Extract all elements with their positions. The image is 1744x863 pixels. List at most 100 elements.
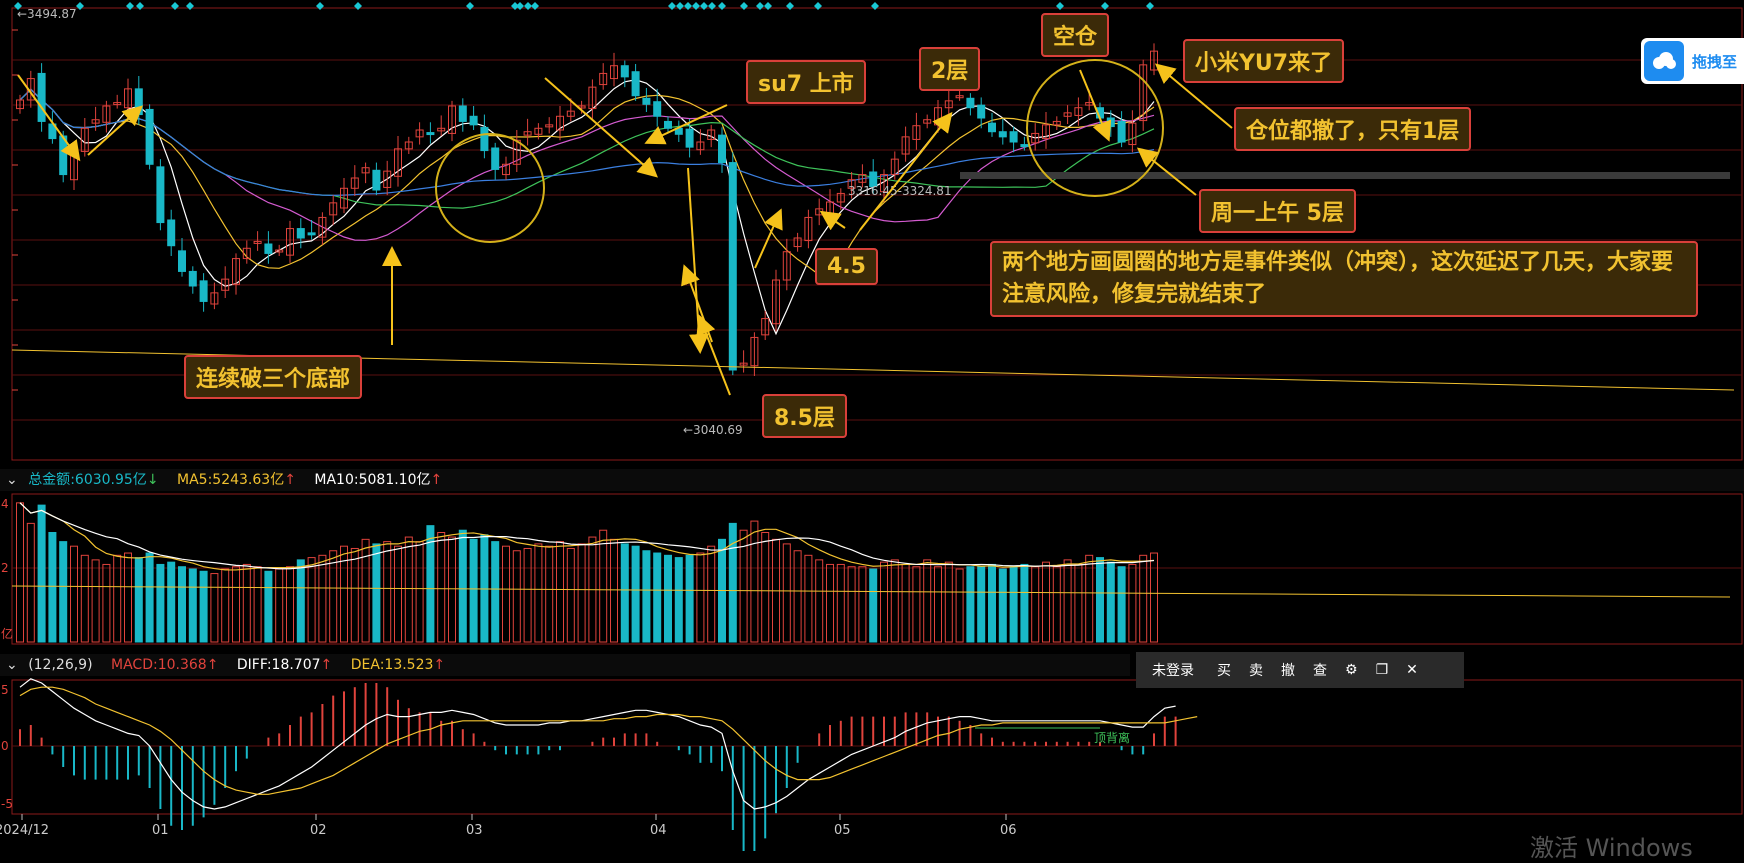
x-axis-label: 2024/12 [0, 823, 49, 838]
candle-body [653, 101, 662, 117]
collapse-chevron-icon[interactable]: ⌄ [6, 657, 18, 673]
volume-bar [707, 545, 716, 643]
volume-bar [242, 563, 251, 643]
callout-note: 两个地方画圆圈的地方是事件类似（冲突），这次延迟了几天，大家要注意风险，修复完就… [990, 241, 1698, 317]
candle-body [728, 162, 737, 371]
resistance-band [960, 172, 1730, 179]
volume-bar [955, 568, 964, 643]
volume-bar [793, 550, 802, 643]
volume-bar [610, 538, 618, 643]
volume-bar [199, 570, 208, 643]
candle-body [966, 97, 975, 109]
settings-gear-icon[interactable]: ⚙ [1336, 662, 1367, 678]
volume-bar [480, 534, 489, 643]
volume-bar [642, 550, 651, 643]
event-marker-icon [684, 2, 692, 10]
volume-bar [815, 559, 824, 643]
volume-bar [685, 554, 694, 643]
candle-body [1106, 117, 1115, 128]
candle-body [156, 166, 165, 224]
volume-bar [415, 541, 424, 643]
query-button[interactable]: 查 [1304, 660, 1336, 680]
event-marker-icon [1101, 2, 1109, 10]
callout-level-2: 2层 [919, 47, 981, 91]
volume-bar [858, 566, 867, 643]
diff-value: DIFF:18.707↑ [236, 657, 333, 673]
callout-monday-5: 周一上午 5层 [1199, 189, 1356, 233]
up-arrow-icon: ↑ [430, 472, 443, 488]
volume-bar [696, 552, 705, 643]
restore-window-icon[interactable]: ❐ [1367, 662, 1398, 678]
volume-bar [145, 552, 154, 643]
windows-watermark: 激活 Windows [1530, 834, 1693, 862]
event-marker-icon [668, 2, 676, 10]
volume-bar [512, 550, 521, 643]
volume-bar [361, 538, 370, 643]
dea-value: DEA:13.523↑ [350, 657, 446, 673]
macd-axis-tick: -5 [1, 797, 13, 811]
chart-canvas[interactable]: ←3494.87 ←3040.69 3316.45-3324.81 4 2 亿顶背离 5 0 -… [0, 0, 1744, 851]
candle-body [372, 169, 381, 191]
event-marker-icon [186, 2, 194, 10]
candle-body [145, 108, 154, 165]
volume-bar [1128, 563, 1137, 643]
macd-info-bar: ⌄ (12,26,9) MACD:10.368↑ DIFF:18.707↑ DE… [0, 654, 1130, 676]
candle-body [977, 104, 986, 119]
volume-bar [664, 554, 672, 643]
diff-number: 18.707 [271, 657, 321, 673]
cancel-order-button[interactable]: 撤 [1272, 660, 1304, 680]
volume-bar [491, 541, 500, 643]
volume-bar [48, 532, 57, 643]
volume-bar [556, 541, 564, 643]
volume-bar [188, 568, 197, 643]
candle-body [167, 219, 176, 247]
candle-body [631, 71, 640, 97]
annotation-arrow-icon [1079, 69, 1112, 142]
down-arrow-icon: ↓ [146, 472, 159, 488]
volume-bar [210, 573, 219, 643]
login-button[interactable]: 未登录 [1136, 660, 1208, 680]
volume-bar [37, 504, 46, 643]
dea-line [19, 686, 1198, 795]
volume-bar [869, 568, 878, 643]
candle-body [988, 122, 996, 133]
event-marker-icon [126, 2, 134, 10]
event-marker-icon [764, 2, 772, 10]
callout-level-45: 4.5 [815, 248, 878, 285]
x-axis-label: 02 [310, 823, 327, 838]
volume-bar [232, 566, 240, 643]
volume-bar [728, 522, 737, 643]
volume-bar [890, 559, 899, 643]
volume-bar [404, 536, 413, 643]
cloud-icon [1644, 41, 1684, 81]
candle-body [685, 128, 694, 148]
event-marker-icon [136, 2, 144, 10]
macd-number: 10.368 [157, 657, 207, 673]
callout-su7-launch: su7 上市 [746, 60, 866, 104]
close-icon[interactable]: ✕ [1397, 662, 1427, 678]
volume-bar [1117, 566, 1126, 643]
macd-axis-tick: 0 [1, 739, 9, 753]
buy-button[interactable]: 买 [1208, 660, 1240, 680]
candle-body [178, 250, 186, 272]
drag-upload-widget[interactable]: 拖拽至 [1641, 38, 1744, 84]
volume-bar [566, 547, 575, 643]
annotation-arrow-icon [819, 210, 846, 231]
volume-bar [923, 559, 932, 643]
volume-bar [577, 543, 586, 643]
volume-bar [1096, 557, 1104, 643]
sell-button[interactable]: 卖 [1240, 660, 1272, 680]
range-label: 3316.45-3324.81 [848, 184, 952, 198]
event-marker-icon [76, 2, 84, 10]
volume-bar [91, 559, 100, 643]
event-marker-icon [871, 2, 879, 10]
collapse-chevron-icon[interactable]: ⌄ [6, 472, 18, 488]
volume-bar [977, 566, 986, 643]
callout-yu7: 小米YU7来了 [1183, 39, 1345, 83]
volume-bar [761, 532, 770, 643]
volume-ma5-label: MA5 [177, 472, 208, 488]
drag-upload-label: 拖拽至 [1692, 52, 1738, 71]
event-marker-icon [740, 2, 748, 10]
volume-bar [350, 547, 359, 643]
volume-bar [1074, 563, 1083, 643]
